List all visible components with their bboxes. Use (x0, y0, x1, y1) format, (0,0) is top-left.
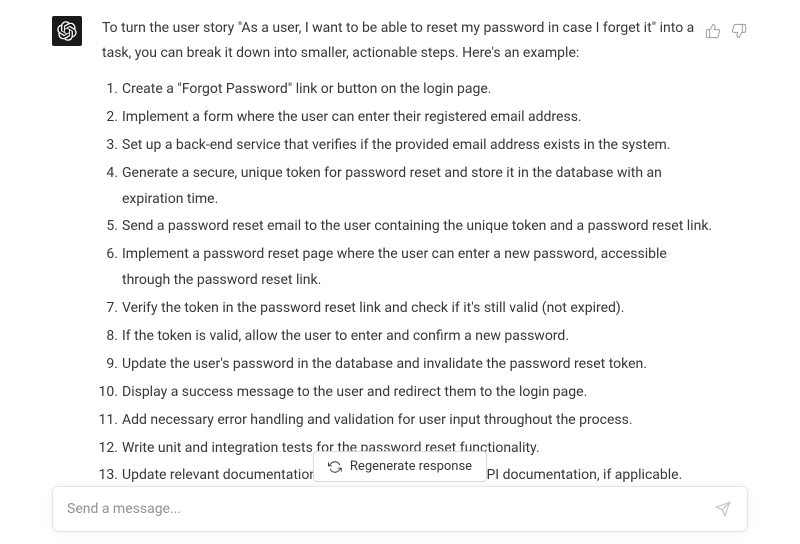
list-item: Implement a password reset page where th… (102, 242, 718, 294)
message-input[interactable] (67, 501, 713, 517)
message-container: To turn the user story "As a user, I wan… (0, 0, 800, 491)
list-item: Create a "Forgot Password" link or butto… (102, 77, 718, 103)
regenerate-label: Regenerate response (350, 459, 472, 474)
list-item: Verify the token in the password reset l… (102, 296, 718, 322)
list-item: Send a password reset email to the user … (102, 214, 718, 240)
list-item: Implement a form where the user can ente… (102, 105, 718, 131)
assistant-avatar (52, 16, 82, 46)
thumbs-down-icon (731, 23, 747, 39)
refresh-icon (328, 460, 342, 474)
list-item: If the token is valid, allow the user to… (102, 324, 718, 350)
list-item: Update the user's password in the databa… (102, 352, 718, 378)
feedback-buttons (704, 22, 748, 40)
task-list: Create a "Forgot Password" link or butto… (102, 77, 718, 489)
thumbs-up-button[interactable] (704, 22, 722, 40)
input-container (52, 486, 748, 532)
thumbs-down-button[interactable] (730, 22, 748, 40)
message-content: To turn the user story "As a user, I wan… (102, 16, 748, 491)
send-icon (715, 501, 731, 517)
list-item: Display a success message to the user an… (102, 380, 718, 406)
list-item: Generate a secure, unique token for pass… (102, 161, 718, 213)
regenerate-button[interactable]: Regenerate response (313, 451, 487, 482)
list-item: Set up a back-end service that verifies … (102, 133, 718, 159)
list-item: Add necessary error handling and validat… (102, 408, 718, 434)
thumbs-up-icon (705, 23, 721, 39)
message-intro: To turn the user story "As a user, I wan… (102, 16, 718, 65)
openai-logo-icon (57, 21, 77, 41)
send-button[interactable] (713, 499, 733, 519)
